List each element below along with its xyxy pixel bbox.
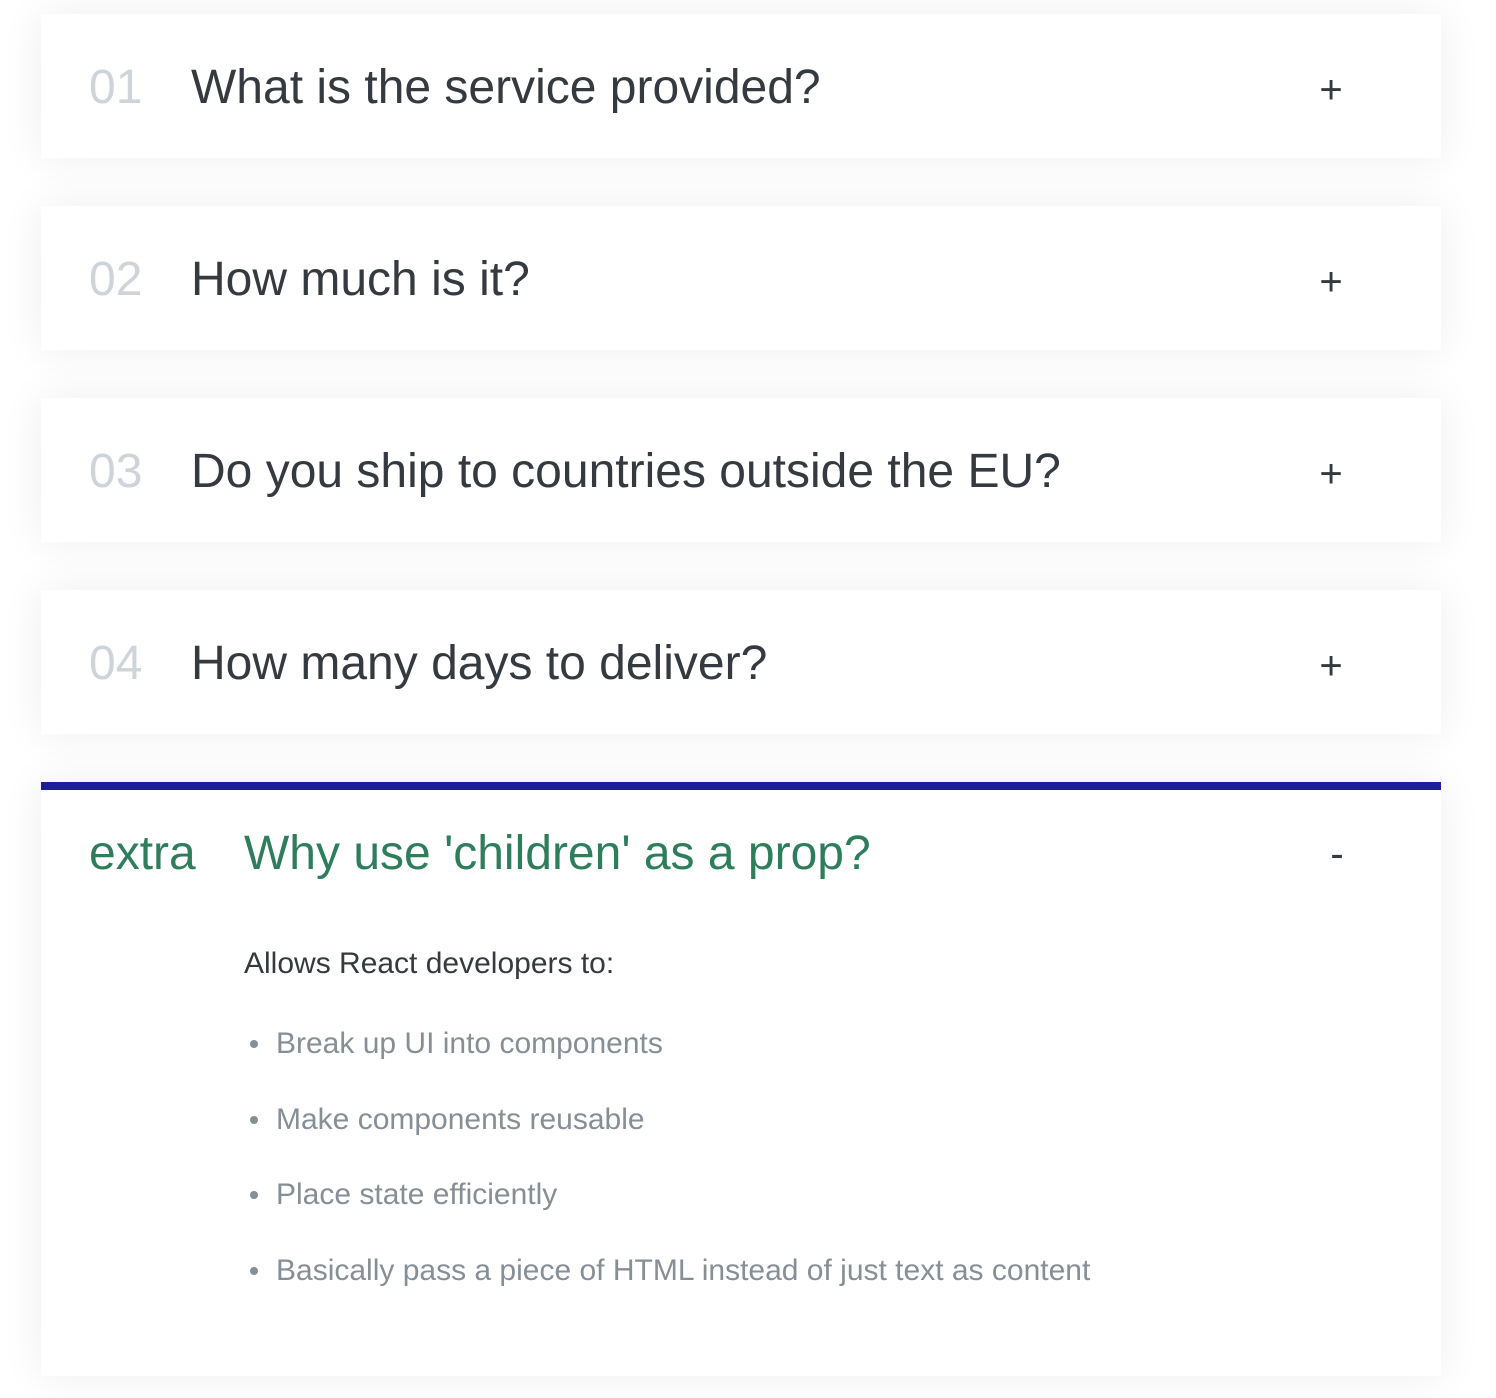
item-title: How much is it? [191,253,530,306]
item-title: What is the service provided? [191,61,821,114]
item-content: Allows React developers to: Break up UI … [244,944,1344,1326]
list-item: Place state efficiently [244,1175,1344,1215]
list-item-text: Break up UI into components [276,1027,663,1060]
expand-icon[interactable]: + [1311,254,1351,310]
item-title: Do you ship to countries outside the EU? [191,445,1061,498]
bullet-icon [250,1191,258,1199]
faq-item-extra[interactable]: extra Why use 'children' as a prop? - Al… [41,782,1441,1376]
expand-icon[interactable]: + [1311,446,1351,502]
faq-accordion: 01 What is the service provided? + 02 Ho… [0,0,1496,1398]
list-item-text: Place state efficiently [276,1178,558,1211]
content-intro: Allows React developers to: [244,947,615,980]
faq-item-02[interactable]: 02 How much is it? + [41,206,1441,350]
expand-icon[interactable]: + [1311,62,1351,118]
item-title: How many days to deliver? [191,637,768,690]
list-item-text: Make components reusable [276,1102,645,1136]
item-number: extra [89,827,196,880]
bullet-icon [250,1040,258,1048]
list-item-text: Basically pass a piece of HTML instead o… [276,1253,1091,1287]
item-number: 01 [89,61,143,114]
item-number: 02 [89,253,143,306]
expand-icon[interactable]: + [1311,638,1351,694]
list-item: Make components reusable [244,1100,1344,1140]
faq-item-04[interactable]: 04 How many days to deliver? + [41,590,1441,734]
item-title: Why use 'children' as a prop? [244,827,871,880]
item-number: 04 [89,637,143,690]
content-list: Break up UI into components Make compone… [244,1024,1344,1291]
list-item: Basically pass a piece of HTML instead o… [244,1251,1344,1291]
list-item: Break up UI into components [244,1024,1344,1064]
collapse-icon[interactable]: - [1317,826,1357,882]
faq-item-03[interactable]: 03 Do you ship to countries outside the … [41,398,1441,542]
item-number: 03 [89,445,143,498]
bullet-icon [250,1266,258,1275]
bullet-icon [250,1115,258,1124]
faq-item-01[interactable]: 01 What is the service provided? + [41,14,1441,158]
